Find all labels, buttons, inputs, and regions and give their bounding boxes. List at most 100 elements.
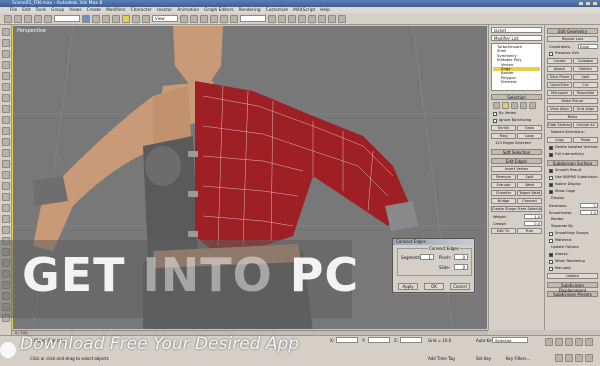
object-name-field[interactable]: Jacket [491, 27, 542, 33]
ring-button[interactable]: Ring [491, 133, 516, 139]
soft-selection-rollout[interactable]: Soft Selection [491, 149, 542, 155]
chamfer-button[interactable]: Chamfer [491, 190, 516, 196]
add-time-tag[interactable]: Add Time Tag [428, 356, 455, 361]
menu-animation[interactable]: Animation [177, 8, 199, 13]
poly-tool-icon[interactable] [1, 94, 10, 102]
vertex-icon[interactable] [493, 102, 500, 109]
angle-snap-icon[interactable] [210, 14, 218, 23]
when-rendering-radio[interactable]: When Rendering [549, 259, 598, 264]
preserve-uvs-checkbox[interactable]: Preserve UVs [549, 51, 598, 56]
copy-button[interactable]: Copy [547, 137, 572, 143]
insert-vertex-button[interactable]: Insert Vertex [491, 166, 542, 172]
subdivision-presets-rollout[interactable]: Subdivision Presets [547, 291, 598, 297]
poly-tool-icon[interactable] [1, 61, 10, 69]
maximize-viewport-icon[interactable] [585, 354, 593, 362]
percent-snap-icon[interactable] [220, 14, 228, 23]
redo-icon[interactable] [14, 14, 22, 23]
loop-button[interactable]: Loop [517, 133, 542, 139]
iterations-spinner[interactable]: 1 [580, 203, 598, 208]
key-filters-button[interactable]: Key Filters... [506, 356, 530, 361]
rectangular-selection-icon[interactable] [102, 14, 110, 23]
layer-manager-icon[interactable] [288, 14, 296, 23]
snaps-toggle-icon[interactable] [200, 14, 208, 23]
menu-help[interactable]: Help [320, 8, 330, 13]
remove-button[interactable]: Remove [491, 174, 516, 180]
modifier-list-dropdown[interactable]: Modifier List [491, 35, 542, 41]
select-manipulate-icon[interactable] [190, 14, 198, 23]
split-button[interactable]: Split [517, 174, 542, 180]
poly-tool-icon[interactable] [1, 72, 10, 80]
menu-views[interactable]: Views [69, 8, 81, 13]
constraints-dropdown[interactable]: Edge [578, 44, 598, 49]
polygon-icon[interactable] [520, 102, 527, 109]
schematic-view-icon[interactable] [308, 14, 316, 23]
collapse-button[interactable]: Collapse [573, 58, 598, 64]
named-selection-sets-dropdown[interactable] [240, 15, 266, 22]
poly-tool-icon[interactable] [1, 226, 10, 234]
zoom-icon[interactable] [555, 354, 563, 362]
smooth-result-checkbox[interactable]: Smooth Result [549, 168, 598, 173]
slice-plane-button[interactable]: Slice Plane [547, 74, 572, 80]
align-icon[interactable] [278, 14, 286, 23]
unhide-all-button[interactable]: Unhide All [573, 122, 598, 128]
border-icon[interactable] [511, 102, 518, 109]
render-scene-icon[interactable] [328, 14, 336, 23]
bind-spacewarp-icon[interactable] [44, 14, 52, 23]
next-frame-icon[interactable] [575, 338, 583, 346]
menu-modifiers[interactable]: Modifiers [106, 8, 126, 13]
quickslice-button[interactable]: QuickSlice [547, 82, 572, 88]
menu-file[interactable]: File [10, 8, 17, 13]
attach-button[interactable]: Attach [547, 66, 572, 72]
arc-rotate-icon[interactable] [575, 354, 583, 362]
msmooth-button[interactable]: MSmooth [547, 90, 572, 96]
delete-isolated-checkbox[interactable]: Delete Isolated Vertices [549, 145, 598, 150]
poly-tool-icon[interactable] [1, 127, 10, 135]
menu-group[interactable]: Group [51, 8, 64, 13]
slide-spinner[interactable]: 0 [454, 264, 468, 270]
select-by-name-icon[interactable] [92, 14, 100, 23]
goto-start-icon[interactable] [545, 338, 553, 346]
pinch-spinner[interactable]: 0 [454, 254, 468, 260]
poly-tool-icon[interactable] [1, 105, 10, 113]
unlink-icon[interactable] [34, 14, 42, 23]
split-checkbox[interactable]: Split [573, 74, 598, 80]
edge-icon[interactable] [502, 102, 509, 109]
select-object-icon[interactable] [82, 14, 90, 23]
paste-button[interactable]: Paste [573, 137, 598, 143]
maximize-button[interactable] [585, 1, 591, 6]
poly-tool-icon[interactable] [1, 171, 10, 179]
menu-character[interactable]: Character [131, 8, 152, 13]
create-button[interactable]: Create [547, 58, 572, 64]
select-rotate-icon[interactable] [132, 14, 140, 23]
window-crossing-icon[interactable] [112, 14, 120, 23]
poly-tool-icon[interactable] [1, 215, 10, 223]
smoothing-groups-checkbox[interactable]: Smoothing Groups [549, 231, 598, 236]
dialog-title[interactable]: Connect Edges [393, 239, 474, 245]
by-vertex-checkbox[interactable]: By Vertex [493, 111, 542, 116]
pivot-center-icon[interactable] [180, 14, 188, 23]
menu-edit[interactable]: Edit [22, 8, 30, 13]
material-editor-icon[interactable] [318, 14, 326, 23]
cut-button[interactable]: Cut [573, 82, 598, 88]
apply-button[interactable]: Apply [398, 283, 418, 290]
ok-button[interactable]: OK [424, 283, 444, 290]
weld-button[interactable]: Weld [517, 182, 542, 188]
poly-tool-icon[interactable] [1, 193, 10, 201]
y-coord-field[interactable] [368, 337, 390, 343]
tessellate-button[interactable]: Tessellate [573, 90, 598, 96]
update-button[interactable]: Update [547, 273, 598, 279]
poly-tool-icon[interactable] [1, 83, 10, 91]
segments-spinner[interactable]: 1 [420, 254, 434, 260]
quick-render-icon[interactable] [338, 14, 346, 23]
set-key-button[interactable]: Set Key [476, 356, 491, 361]
menu-create[interactable]: Create [87, 8, 101, 13]
key-mode-dropdown[interactable]: Selected [492, 337, 528, 343]
full-interactivity-checkbox[interactable]: Full Interactivity [549, 152, 598, 157]
poly-tool-icon[interactable] [1, 149, 10, 157]
link-icon[interactable] [24, 14, 32, 23]
poly-tool-icon[interactable] [1, 160, 10, 168]
always-radio[interactable]: Always [549, 252, 598, 257]
connect-button[interactable]: Connect [517, 198, 542, 204]
poly-tool-icon[interactable] [1, 50, 10, 58]
materials-checkbox[interactable]: Materials [549, 238, 598, 243]
